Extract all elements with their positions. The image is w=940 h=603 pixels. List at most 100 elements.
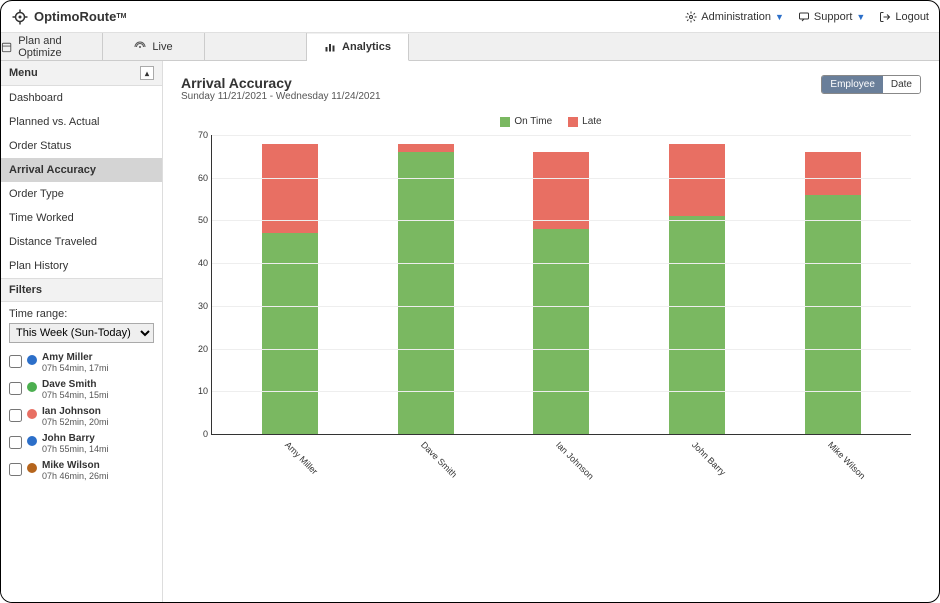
menu-item-planned-vs-actual[interactable]: Planned vs. Actual bbox=[1, 110, 162, 134]
bar-segment-ontime bbox=[533, 229, 589, 434]
logout-link[interactable]: Logout bbox=[879, 11, 929, 23]
menu-item-distance-traveled[interactable]: Distance Traveled bbox=[1, 230, 162, 254]
gridline bbox=[212, 220, 911, 221]
target-icon bbox=[11, 8, 29, 26]
driver-stats: 07h 55min, 14mi bbox=[42, 444, 109, 454]
legend-ontime: On Time bbox=[500, 116, 552, 127]
y-tick-label: 60 bbox=[188, 173, 208, 183]
driver-stats: 07h 54min, 17mi bbox=[42, 363, 109, 373]
driver-checkbox[interactable] bbox=[9, 436, 22, 449]
toggle-employee[interactable]: Employee bbox=[822, 76, 882, 93]
bar-segment-late bbox=[669, 144, 725, 217]
filters-header: Filters bbox=[1, 278, 162, 302]
driver-row: Ian Johnson07h 52min, 20mi bbox=[1, 403, 162, 430]
menu-item-arrival-accuracy[interactable]: Arrival Accuracy bbox=[1, 158, 162, 182]
driver-list: Amy Miller07h 54min, 17miDave Smith07h 5… bbox=[1, 349, 162, 484]
driver-name: Amy Miller bbox=[42, 352, 109, 363]
y-tick-label: 20 bbox=[188, 344, 208, 354]
bars-container: Amy Miller Dave Smith Ian Johnson John Barr… bbox=[212, 135, 911, 434]
driver-color-dot bbox=[27, 382, 37, 392]
y-tick-label: 50 bbox=[188, 215, 208, 225]
driver-checkbox[interactable] bbox=[9, 355, 22, 368]
legend-swatch-late bbox=[568, 117, 578, 127]
gridline bbox=[212, 178, 911, 179]
driver-row: Dave Smith07h 54min, 15mi bbox=[1, 376, 162, 403]
driver-stats: 07h 46min, 26mi bbox=[42, 471, 109, 481]
x-tick-label: Mike Wilson bbox=[826, 440, 867, 481]
chart-canvas: Amy Miller Dave Smith Ian Johnson John Barr… bbox=[211, 135, 911, 435]
tab-analytics[interactable]: Analytics bbox=[307, 34, 409, 61]
driver-row: Amy Miller07h 54min, 17mi bbox=[1, 349, 162, 376]
driver-color-dot bbox=[27, 463, 37, 473]
y-tick-label: 0 bbox=[188, 429, 208, 439]
bar-column: Dave Smith bbox=[398, 135, 454, 434]
tab-spacer bbox=[205, 33, 307, 60]
tab-live[interactable]: Live bbox=[103, 33, 205, 60]
gridline bbox=[212, 135, 911, 136]
chart-legend: On Time Late bbox=[181, 116, 921, 127]
top-bar: OptimoRouteTM Administration ▼ Support ▼… bbox=[1, 1, 939, 33]
driver-checkbox[interactable] bbox=[9, 463, 22, 476]
support-link[interactable]: Support ▼ bbox=[798, 11, 865, 23]
menu-item-dashboard[interactable]: Dashboard bbox=[1, 86, 162, 110]
driver-color-dot bbox=[27, 409, 37, 419]
driver-stats: 07h 52min, 20mi bbox=[42, 417, 109, 427]
sidebar: Menu ▴ DashboardPlanned vs. ActualOrder … bbox=[1, 61, 163, 602]
admin-link[interactable]: Administration ▼ bbox=[685, 11, 784, 23]
bar-column: Amy Miller bbox=[262, 135, 318, 434]
menu-item-plan-history[interactable]: Plan History bbox=[1, 254, 162, 278]
y-tick-label: 30 bbox=[188, 301, 208, 311]
main-content: Arrival Accuracy Sunday 11/21/2021 - Wed… bbox=[163, 61, 939, 602]
bar-chart-icon bbox=[324, 41, 336, 53]
driver-color-dot bbox=[27, 436, 37, 446]
menu-list: DashboardPlanned vs. ActualOrder StatusA… bbox=[1, 86, 162, 278]
time-range-select[interactable]: This Week (Sun-Today) bbox=[9, 323, 154, 343]
main-tabs: Plan and Optimize Live Analytics bbox=[1, 33, 939, 61]
y-tick-label: 70 bbox=[188, 130, 208, 140]
calendar-icon bbox=[1, 41, 12, 53]
driver-row: John Barry07h 55min, 14mi bbox=[1, 430, 162, 457]
menu-item-order-type[interactable]: Order Type bbox=[1, 182, 162, 206]
page-subtitle: Sunday 11/21/2021 - Wednesday 11/24/2021 bbox=[181, 91, 381, 102]
collapse-toggle[interactable]: ▴ bbox=[140, 66, 154, 80]
brand-name: OptimoRoute bbox=[34, 9, 116, 24]
menu-item-order-status[interactable]: Order Status bbox=[1, 134, 162, 158]
bar-segment-late bbox=[533, 152, 589, 229]
chart: On Time Late Amy Miller Dave Smith Ian Joh… bbox=[181, 116, 921, 435]
driver-checkbox[interactable] bbox=[9, 382, 22, 395]
bar-segment-late bbox=[805, 152, 861, 195]
gridline bbox=[212, 306, 911, 307]
driver-checkbox[interactable] bbox=[9, 409, 22, 422]
logout-icon bbox=[879, 11, 891, 23]
page-title: Arrival Accuracy bbox=[181, 75, 381, 91]
driver-name: Ian Johnson bbox=[42, 406, 109, 417]
driver-name: Mike Wilson bbox=[42, 460, 109, 471]
x-tick-label: Amy Miller bbox=[283, 440, 320, 477]
x-tick-label: Ian Johnson bbox=[554, 440, 596, 482]
y-tick-label: 40 bbox=[188, 258, 208, 268]
bar-column: John Barry bbox=[669, 135, 725, 434]
bar-column: Ian Johnson bbox=[533, 135, 589, 434]
legend-late: Late bbox=[568, 116, 601, 127]
caret-down-icon: ▼ bbox=[775, 12, 784, 22]
driver-name: Dave Smith bbox=[42, 379, 109, 390]
legend-swatch-ontime bbox=[500, 117, 510, 127]
caret-down-icon: ▼ bbox=[856, 12, 865, 22]
driver-row: Mike Wilson07h 46min, 26mi bbox=[1, 457, 162, 484]
tab-plan[interactable]: Plan and Optimize bbox=[1, 33, 103, 60]
driver-name: John Barry bbox=[42, 433, 109, 444]
brand-tm: TM bbox=[116, 13, 126, 20]
bar-segment-ontime bbox=[669, 216, 725, 434]
driver-color-dot bbox=[27, 355, 37, 365]
bar-segment-ontime bbox=[805, 195, 861, 434]
view-toggle: Employee Date bbox=[821, 75, 921, 94]
chevron-up-icon: ▴ bbox=[145, 69, 149, 78]
x-tick-label: John Barry bbox=[690, 440, 728, 478]
broadcast-icon bbox=[134, 41, 146, 53]
driver-stats: 07h 54min, 15mi bbox=[42, 390, 109, 400]
toggle-date[interactable]: Date bbox=[883, 76, 920, 93]
gridline bbox=[212, 391, 911, 392]
gear-icon bbox=[685, 11, 697, 23]
menu-item-time-worked[interactable]: Time Worked bbox=[1, 206, 162, 230]
bar-segment-late bbox=[398, 144, 454, 153]
